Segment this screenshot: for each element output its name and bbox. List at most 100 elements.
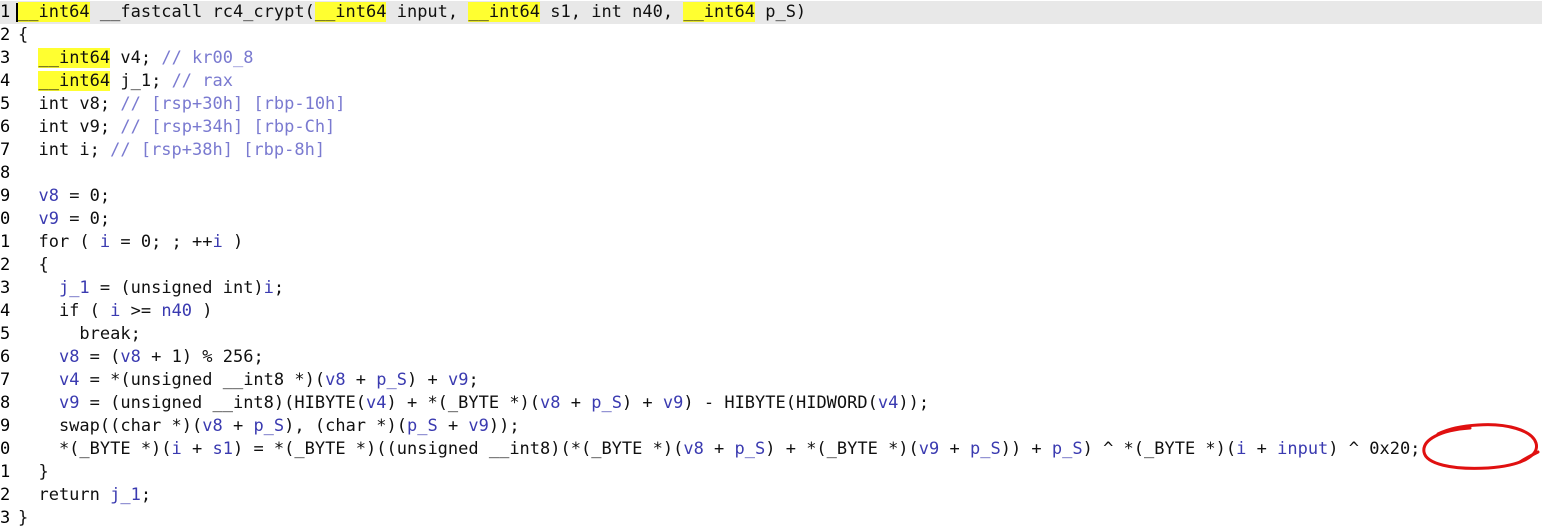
code-text-token: + — [181, 439, 213, 459]
line-number: 6 — [0, 347, 11, 367]
code-text-token: ), (char *)( — [284, 416, 407, 436]
line-number: 9 — [0, 416, 11, 436]
code-text-token: >= — [120, 301, 162, 321]
code-line[interactable]: 7 int i; // [rsp+38h] [rbp-8h] — [0, 139, 1542, 162]
type-keyword-token[interactable]: __int64 — [314, 2, 387, 22]
code-line[interactable]: 0 *(_BYTE *)(i + s1) = *(_BYTE *)((unsig… — [0, 438, 1542, 461]
variable-token[interactable]: s1 — [213, 439, 233, 459]
code-content: swap((char *)(v8 + p_S), (char *)(p_S + … — [18, 415, 520, 438]
code-line[interactable]: 9 swap((char *)(v8 + p_S), (char *)(p_S … — [0, 415, 1542, 438]
type-keyword-token[interactable]: __int64 — [468, 2, 541, 22]
code-content: __int64 v4; // kr00_8 — [18, 47, 253, 70]
code-text-token: )); — [898, 393, 930, 413]
variable-token[interactable]: v4 — [366, 393, 386, 413]
pseudocode-editor[interactable]: 1 __int64 __fastcall rc4_crypt(__int64 in… — [0, 0, 1542, 529]
variable-token[interactable]: p_S — [376, 370, 407, 390]
code-line[interactable]: 5 break; — [0, 323, 1542, 346]
variable-token[interactable]: p_S — [591, 393, 622, 413]
code-content: } — [18, 507, 28, 530]
variable-token[interactable]: i — [264, 278, 274, 298]
variable-token[interactable]: v8 — [683, 439, 703, 459]
type-keyword-token[interactable]: __int64 — [683, 2, 755, 22]
line-number: 7 — [0, 140, 11, 160]
code-text-token: ) ^ 0x20; — [1328, 439, 1421, 459]
variable-token[interactable]: i — [1236, 439, 1246, 459]
code-line[interactable]: 8 — [0, 162, 1542, 185]
variable-token[interactable]: p_S — [970, 439, 1001, 459]
code-line[interactable]: 2 return j_1; — [0, 484, 1542, 507]
variable-token[interactable]: v4 — [878, 393, 898, 413]
code-line[interactable]: 1 __int64 __fastcall rc4_crypt(__int64 in… — [0, 1, 1542, 24]
code-text-token: ) - HIBYTE(HIDWORD( — [683, 393, 878, 413]
variable-token[interactable]: p_S — [253, 416, 284, 436]
code-content: int v8; // [rsp+30h] [rbp-10h] — [18, 93, 345, 116]
code-line[interactable]: 9 v8 = 0; — [0, 185, 1542, 208]
variable-token[interactable]: n40 — [161, 301, 192, 321]
variable-token[interactable]: j_1 — [59, 278, 90, 298]
line-number: 2 — [0, 485, 11, 505]
variable-token[interactable]: v9 — [468, 416, 488, 436]
variable-token[interactable]: v9 — [663, 393, 683, 413]
variable-token[interactable]: i — [100, 232, 110, 252]
code-line[interactable]: 2{ — [0, 24, 1542, 47]
code-content: v9 = 0; — [18, 208, 110, 231]
variable-token[interactable]: p_S — [1052, 439, 1083, 459]
variable-token[interactable]: v8 — [202, 416, 222, 436]
variable-token[interactable]: i — [110, 301, 120, 321]
code-line[interactable]: 3 j_1 = (unsigned int)i; — [0, 277, 1542, 300]
variable-token[interactable]: v8 — [120, 347, 140, 367]
code-content: v9 = (unsigned __int8)(HIBYTE(v4) + *(_B… — [18, 392, 929, 415]
code-line[interactable]: 3} — [0, 507, 1542, 530]
variable-token[interactable]: i — [172, 439, 182, 459]
variable-token[interactable]: v8 — [540, 393, 560, 413]
variable-token[interactable]: v9 — [919, 439, 939, 459]
variable-token[interactable]: v8 — [325, 370, 345, 390]
code-text-token: swap((char *)( — [18, 416, 203, 436]
variable-token[interactable]: v4 — [59, 370, 79, 390]
code-line[interactable]: 6 v8 = (v8 + 1) % 256; — [0, 346, 1542, 369]
code-text-token: ) — [222, 232, 244, 252]
code-line[interactable]: 3 __int64 v4; // kr00_8 — [0, 47, 1542, 70]
code-text-token: = 0; ; ++ — [110, 232, 213, 252]
code-content: *(_BYTE *)(i + s1) = *(_BYTE *)((unsigne… — [18, 438, 1420, 461]
line-number: 0 — [0, 439, 11, 459]
code-line[interactable]: 4 __int64 j_1; // rax — [0, 70, 1542, 93]
code-line[interactable]: 8 v9 = (unsigned __int8)(HIBYTE(v4) + *(… — [0, 392, 1542, 415]
code-line[interactable]: 1 } — [0, 461, 1542, 484]
code-line[interactable]: 1 for ( i = 0; ; ++i ) — [0, 231, 1542, 254]
line-number: 1 — [0, 232, 11, 252]
code-text-token: ) + *(_BYTE *)( — [386, 393, 541, 413]
variable-token[interactable]: v9 — [448, 370, 468, 390]
code-text-token: = 0; — [58, 186, 111, 206]
variable-token[interactable]: i — [213, 232, 223, 252]
type-keyword-token[interactable]: __int64 — [38, 71, 111, 91]
line-number: 4 — [0, 71, 11, 91]
code-text-token: int i; — [18, 140, 111, 160]
code-text-token: = (unsigned int) — [89, 278, 264, 298]
type-keyword-token[interactable]: __int64 — [18, 2, 90, 22]
code-line[interactable]: 6 int v9; // [rsp+34h] [rbp-Ch] — [0, 116, 1542, 139]
code-line[interactable]: 2 { — [0, 254, 1542, 277]
variable-token[interactable]: p_S — [735, 439, 766, 459]
line-number: 3 — [0, 508, 11, 528]
line-number: 4 — [0, 301, 11, 321]
code-text-token: int v8; — [18, 94, 121, 114]
code-line[interactable]: 7 v4 = *(unsigned __int8 *)(v8 + p_S) + … — [0, 369, 1542, 392]
variable-token[interactable]: v8 — [38, 186, 58, 206]
code-text-token: ; — [273, 278, 285, 298]
code-line[interactable]: 0 v9 = 0; — [0, 208, 1542, 231]
code-line[interactable]: 5 int v8; // [rsp+30h] [rbp-10h] — [0, 93, 1542, 116]
variable-token[interactable]: v8 — [59, 347, 79, 367]
code-text-token: return — [18, 485, 111, 505]
variable-token[interactable]: j_1 — [110, 485, 141, 505]
line-number: 8 — [0, 393, 11, 413]
code-text-token: } — [18, 508, 29, 528]
code-line[interactable]: 4 if ( i >= n40 ) — [0, 300, 1542, 323]
line-number: 1 — [0, 2, 11, 22]
type-keyword-token[interactable]: __int64 — [38, 48, 111, 68]
variable-token[interactable]: input — [1277, 439, 1328, 459]
variable-token[interactable]: p_S — [407, 416, 438, 436]
variable-token[interactable]: v9 — [38, 209, 58, 229]
variable-token[interactable]: v9 — [59, 393, 79, 413]
